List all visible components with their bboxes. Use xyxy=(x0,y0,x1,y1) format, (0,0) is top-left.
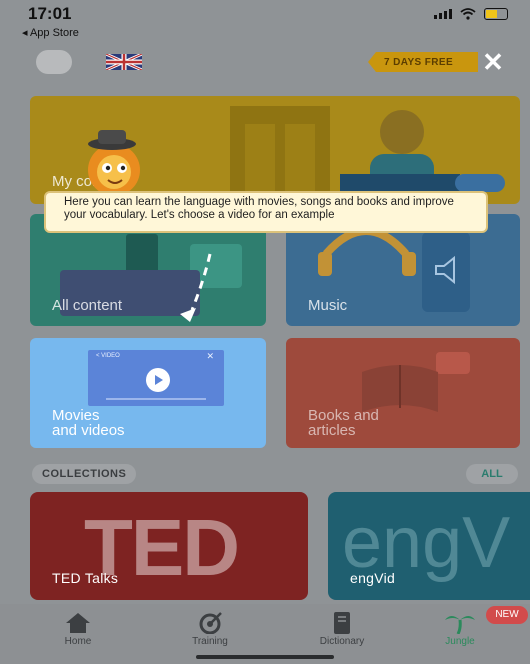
hint-arrow-icon xyxy=(180,253,212,322)
video-progress xyxy=(106,398,206,400)
dictionary-icon xyxy=(334,612,350,634)
collection-card-title: TED Talks xyxy=(52,570,119,586)
status-icons xyxy=(434,8,508,20)
signal-icon xyxy=(434,9,452,19)
collection-card-ted[interactable]: TED TED Talks xyxy=(30,492,308,600)
tab-home-label: Home xyxy=(64,636,92,647)
uk-flag-icon[interactable] xyxy=(106,54,142,70)
collection-card-title: engVid xyxy=(350,570,396,586)
tile-music-label: Music xyxy=(308,297,348,314)
back-to-app-store[interactable]: ◂ App Store xyxy=(22,26,79,39)
tile-movies-and-videos[interactable]: < VIDEO ✕ Movies and videos xyxy=(30,338,266,448)
play-icon xyxy=(146,368,170,392)
onboarding-tooltip: Here you can learn the language with mov… xyxy=(44,191,488,233)
new-badge: NEW xyxy=(486,606,528,624)
tab-training[interactable]: Training xyxy=(160,612,260,647)
tile-all-content-label: All content xyxy=(52,297,123,314)
collection-card-engvid[interactable]: engV engVid xyxy=(328,492,530,600)
video-preview-label: < VIDEO xyxy=(96,353,120,359)
tile-movies-label: Movies and videos xyxy=(52,407,125,439)
trial-badge[interactable]: 7 DAYS FREE xyxy=(368,52,478,72)
tab-dictionary-label: Dictionary xyxy=(319,636,365,647)
close-icon[interactable]: ✕ xyxy=(478,48,508,76)
palm-tree-icon xyxy=(445,616,475,634)
home-indicator xyxy=(196,655,334,659)
video-preview: < VIDEO ✕ xyxy=(88,350,224,406)
video-close-icon: ✕ xyxy=(206,351,214,361)
tab-jungle-label: Jungle xyxy=(445,636,475,647)
wifi-icon xyxy=(460,8,476,20)
battery-icon xyxy=(484,8,508,20)
status-time: 17:01 xyxy=(28,4,72,23)
avatar[interactable] xyxy=(36,50,72,74)
tile-books-label: Books and articles xyxy=(308,407,379,439)
tab-training-label: Training xyxy=(192,636,228,647)
tab-home[interactable]: Home xyxy=(28,612,128,647)
tab-dictionary[interactable]: Dictionary xyxy=(292,612,392,647)
collections-all-button[interactable]: ALL xyxy=(466,464,518,484)
home-icon xyxy=(66,613,90,633)
collections-heading: COLLECTIONS xyxy=(32,464,137,484)
tile-books-and-articles: Books and articles xyxy=(286,338,520,448)
training-icon xyxy=(199,612,222,634)
